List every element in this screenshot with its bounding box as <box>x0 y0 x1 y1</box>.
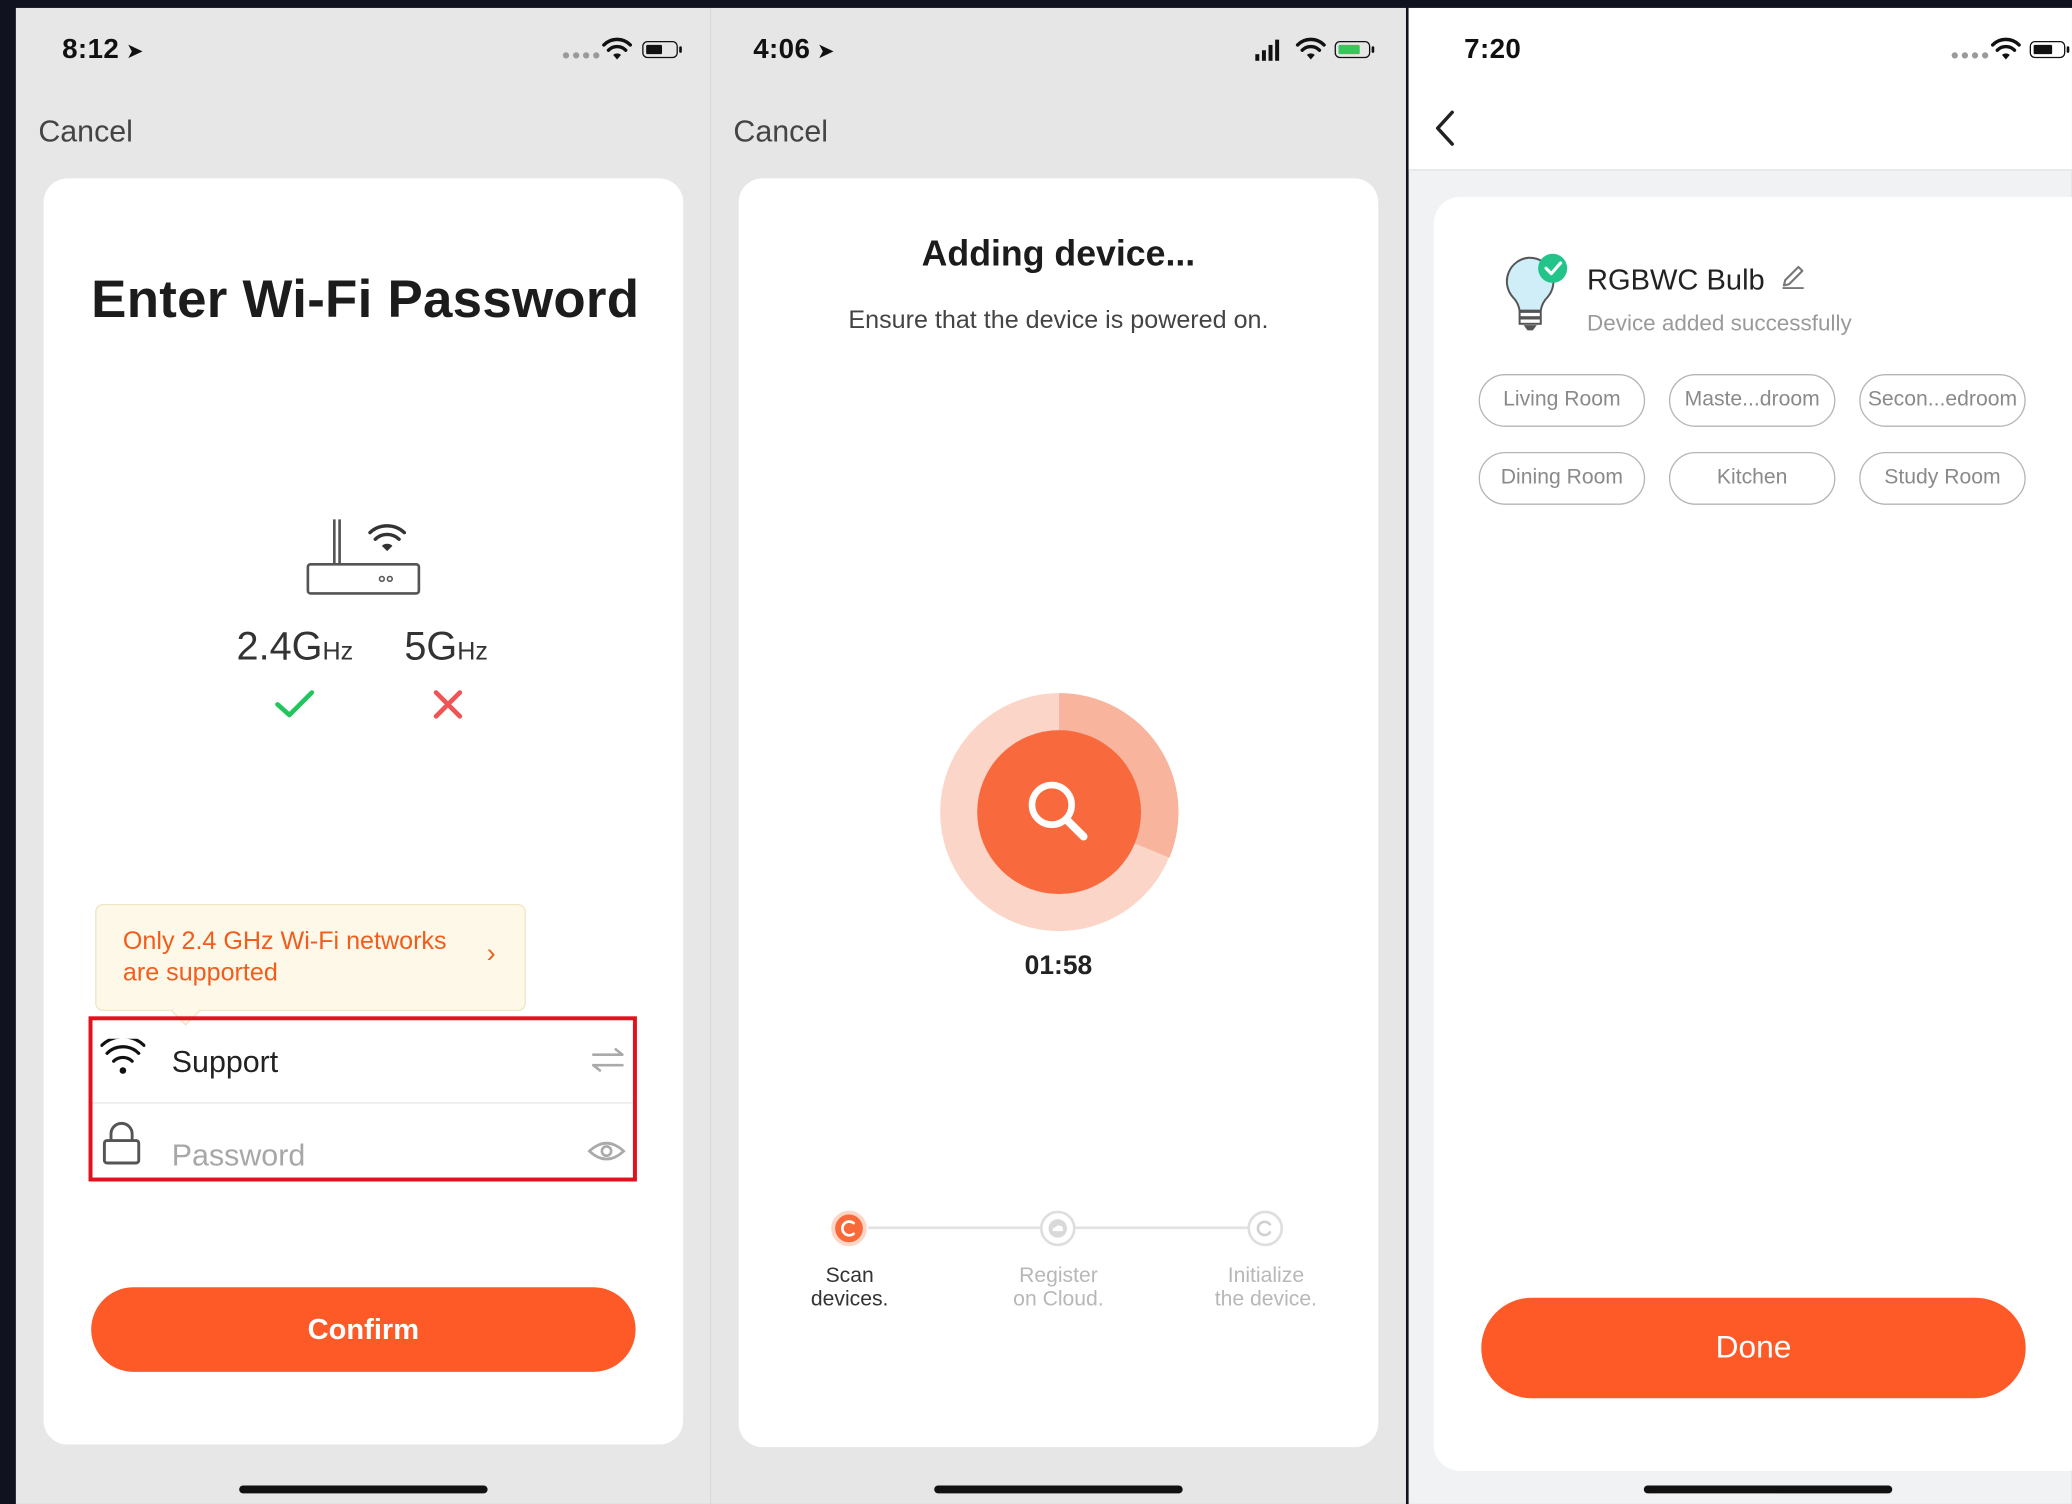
device-added-screen: 7:20 ●●●● RGBWC Bulb Device added succes… <box>1408 7 2072 1504</box>
cancel-button[interactable]: Cancel <box>38 114 133 150</box>
wifi-icon <box>100 1038 146 1074</box>
location-arrow-icon: ➤ <box>816 40 836 64</box>
cellular-signal-icon <box>1255 39 1280 61</box>
edit-pencil-icon[interactable] <box>1780 263 1806 290</box>
wifi-status-icon <box>1295 37 1326 60</box>
step-cloud-line2: on Cloud. <box>1013 1288 1104 1312</box>
band-tip-banner[interactable]: Only 2.4 GHz Wi-Fi networks are supporte… <box>95 903 526 1012</box>
step-init-line2: the device. <box>1214 1288 1318 1312</box>
status-bar: 4:06 ➤ <box>711 8 1406 87</box>
band-24-unit: Hz <box>322 638 354 667</box>
cancel-button[interactable]: Cancel <box>733 114 828 150</box>
status-time: 8:12 ➤ <box>62 34 144 66</box>
wifi-status-icon <box>1990 37 2021 60</box>
bulb-icon <box>1505 253 1568 331</box>
confirm-button[interactable]: Confirm <box>91 1287 636 1372</box>
step-scan-line2: devices. <box>810 1288 889 1312</box>
wifi-card: Enter Wi-Fi Password 2.4GHz 5GHz Only 2.… <box>43 178 684 1445</box>
device-card: RGBWC Bulb Device added successfully Liv… <box>1433 196 2072 1471</box>
progress-card: Adding device... Ensure that the device … <box>738 178 1379 1448</box>
battery-icon <box>2029 40 2070 59</box>
step-scan-label: Scan devices. <box>770 1265 929 1313</box>
password-input[interactable]: Password <box>172 1138 305 1174</box>
home-indicator <box>239 1485 488 1494</box>
signal-dots-icon: ●●●● <box>1950 47 1991 64</box>
status-bar: 7:20 ●●●● <box>1408 7 2072 88</box>
wifi-credentials-highlight: Support Password <box>88 1016 637 1182</box>
scanning-radar-icon <box>940 693 1179 932</box>
device-name: RGBWC Bulb <box>1587 262 1765 297</box>
step-init-label: Initialize the device. <box>1187 1265 1346 1313</box>
switch-network-icon[interactable] <box>589 1047 626 1073</box>
back-chevron-icon[interactable] <box>1432 108 1458 148</box>
chevron-right-icon: › <box>486 939 496 969</box>
status-bar: 8:12 ➤ ●●●● <box>16 8 711 87</box>
wifi-password-screen: 8:12➤ ●●●● Cancel Enter Wi-Fi Password <box>15 7 711 1504</box>
adding-title: Adding device... <box>921 233 1196 274</box>
checkmark-icon <box>275 690 315 718</box>
device-status: Device added successfully <box>1587 310 1852 336</box>
adding-subtitle: Ensure that the device is powered on. <box>848 306 1269 335</box>
adding-device-screen: 4:06 ➤ Cancel Adding device... Ensure tha… <box>710 7 1406 1504</box>
battery-icon <box>642 40 682 59</box>
band-5-text: 5G <box>404 625 458 669</box>
status-time: 4:06 ➤ <box>753 34 835 66</box>
band-24-text: 2.4G <box>236 625 323 669</box>
time-text: 4:06 <box>753 34 811 65</box>
stage: 8:12➤ ●●●● Cancel Enter Wi-Fi Password <box>0 0 2072 1504</box>
step-scan-line1: Scan <box>825 1264 874 1288</box>
network-name: Support <box>171 1044 279 1079</box>
page-title: Enter Wi-Fi Password <box>91 270 640 330</box>
battery-charging-icon <box>1334 40 1375 59</box>
step-cloud-icon <box>1039 1210 1076 1247</box>
password-row[interactable]: Password <box>92 1105 632 1187</box>
wifi-status-icon <box>602 37 633 60</box>
step-cloud-line1: Register <box>1019 1264 1098 1288</box>
network-row[interactable]: Support <box>92 1020 633 1104</box>
eye-icon[interactable] <box>587 1139 627 1163</box>
countdown-timer: 01:58 <box>1024 951 1093 981</box>
room-chip-master-bedroom[interactable]: Maste...droom <box>1668 374 1836 427</box>
signal-dots-icon: ●●●● <box>561 47 603 64</box>
room-chip-second-bedroom[interactable]: Secon...edroom <box>1859 374 2026 427</box>
cross-icon <box>433 690 463 719</box>
room-chip-dining-room[interactable]: Dining Room <box>1478 451 1646 505</box>
room-chip-living-room[interactable]: Living Room <box>1478 374 1646 427</box>
router-icon <box>306 519 421 595</box>
room-chip-kitchen[interactable]: Kitchen <box>1668 451 1836 505</box>
band-5-unit: Hz <box>457 638 488 667</box>
step-init-icon <box>1247 1210 1284 1247</box>
band-24ghz-label: 2.4GHz <box>237 625 354 670</box>
step-scan-icon <box>831 1210 867 1247</box>
home-indicator <box>934 1485 1183 1494</box>
home-indicator <box>1643 1485 1893 1494</box>
step-cloud-label: Register on Cloud. <box>979 1265 1138 1313</box>
status-time: 7:20 <box>1464 34 1522 65</box>
done-button[interactable]: Done <box>1481 1297 2026 1399</box>
lock-icon <box>102 1121 141 1165</box>
nav-bar <box>1408 87 2072 171</box>
location-arrow-icon: ➤ <box>125 40 144 64</box>
step-init-line1: Initialize <box>1227 1264 1305 1288</box>
room-chip-study-room[interactable]: Study Room <box>1859 451 2026 505</box>
time-text: 8:12 <box>62 34 120 65</box>
band-5ghz-label: 5GHz <box>404 625 488 670</box>
tip-text: Only 2.4 GHz Wi-Fi networks are supporte… <box>122 927 447 988</box>
